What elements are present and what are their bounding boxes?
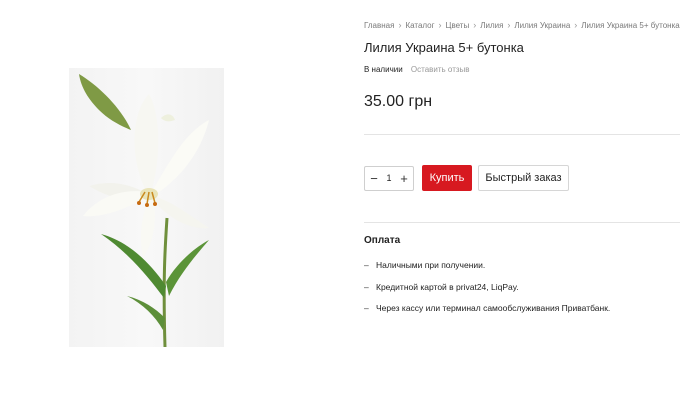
breadcrumb-item-home[interactable]: Главная (364, 21, 394, 30)
quantity-increase-button[interactable]: + (399, 172, 409, 185)
breadcrumb-item-catalog[interactable]: Каталог (405, 21, 434, 30)
chevron-right-icon: › (398, 20, 402, 30)
payment-method-card: Кредитной картой в privat24, LiqPay. (376, 281, 519, 292)
quick-order-button[interactable]: Быстрый заказ (478, 165, 569, 191)
divider (364, 222, 680, 223)
payment-title: Оплата (364, 235, 401, 246)
breadcrumb-item-lily-ukraine[interactable]: Лилия Украина (514, 21, 570, 30)
dash-bullet: – (364, 260, 369, 270)
chevron-right-icon: › (473, 20, 477, 30)
product-image[interactable] (69, 68, 224, 347)
stock-status: В наличии (364, 65, 403, 74)
breadcrumb-item-lily[interactable]: Лилия (480, 21, 503, 30)
product-price: 35.00 грн (364, 93, 433, 110)
purchase-row: − 1 + Купить Быстрый заказ (364, 165, 569, 191)
stock-row: В наличии Оставить отзыв (364, 65, 470, 74)
chevron-right-icon: › (574, 20, 578, 30)
list-item: – Кредитной картой в privat24, LiqPay. (364, 282, 610, 304)
payment-methods-list: – Наличными при получении. – Кредитной к… (364, 260, 610, 325)
product-info: Главная › Каталог › Цветы › Лилия › Лили… (364, 0, 680, 400)
breadcrumb-item-flowers[interactable]: Цветы (446, 21, 470, 30)
lily-flower-image-icon (79, 74, 209, 347)
product-title: Лилия Украина 5+ бутонка (364, 40, 524, 55)
payment-method-cash: Наличными при получении. (376, 260, 486, 270)
divider (364, 134, 680, 135)
quantity-decrease-button[interactable]: − (369, 172, 379, 185)
quantity-field[interactable]: 1 (381, 173, 397, 183)
dash-bullet: – (364, 303, 369, 313)
quantity-stepper: − 1 + (364, 165, 414, 191)
list-item: – Через кассу или терминал самообслужива… (364, 303, 610, 325)
chevron-right-icon: › (507, 20, 511, 30)
list-item: – Наличными при получении. (364, 260, 610, 282)
dash-bullet: – (364, 281, 369, 292)
breadcrumb: Главная › Каталог › Цветы › Лилия › Лили… (364, 20, 680, 30)
chevron-right-icon: › (438, 20, 442, 30)
leave-review-link[interactable]: Оставить отзыв (411, 65, 470, 74)
breadcrumb-item-current: Лилия Украина 5+ бутонка (581, 20, 680, 30)
buy-button[interactable]: Купить (422, 165, 472, 191)
payment-method-terminal: Через кассу или терминал самообслуживани… (376, 303, 611, 313)
